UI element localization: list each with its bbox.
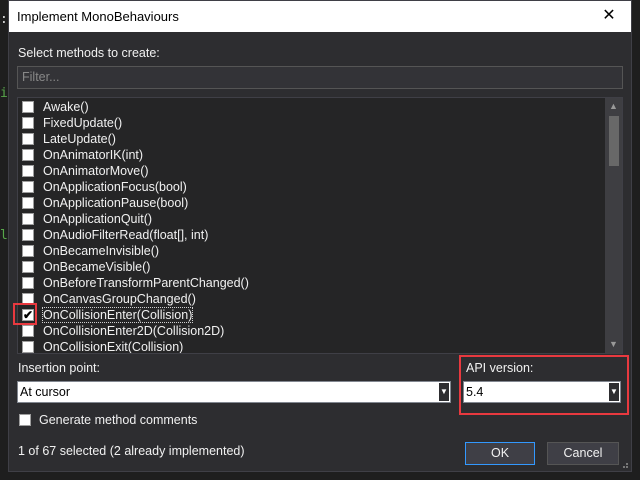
insertion-point-label: Insertion point: (18, 361, 100, 375)
method-list-item[interactable]: FixedUpdate() (18, 115, 622, 131)
status-text: 1 of 67 selected (2 already implemented) (18, 444, 245, 458)
method-label: OnAnimatorMove() (43, 164, 149, 178)
filter-placeholder: Filter... (22, 70, 60, 84)
api-version-value: 5.4 (466, 385, 484, 399)
insertion-point-select[interactable]: At cursor ▼ (17, 381, 451, 403)
cancel-button[interactable]: Cancel (547, 442, 619, 465)
method-checkbox[interactable] (22, 101, 34, 113)
method-checkbox[interactable] (22, 117, 34, 129)
method-label: OnBecameVisible() (43, 260, 151, 274)
method-list-item[interactable]: OnCollisionExit(Collision) (18, 339, 622, 354)
method-label: OnAudioFilterRead(float[], int) (43, 228, 209, 242)
editor-glyph: i (0, 86, 8, 101)
resize-grip-icon[interactable] (619, 459, 629, 469)
scroll-thumb[interactable] (609, 116, 619, 166)
method-label: Awake() (43, 100, 89, 114)
method-list-item[interactable]: ✔ OnCollisionEnter(Collision) (18, 307, 622, 323)
method-checkbox[interactable] (22, 277, 34, 289)
method-checkbox[interactable] (22, 133, 34, 145)
generate-comments-checkbox[interactable] (19, 414, 31, 426)
editor-background: : i l (0, 0, 8, 480)
method-list-item[interactable]: LateUpdate() (18, 131, 622, 147)
editor-glyph: : (0, 12, 8, 27)
highlight-checkbox-box (13, 303, 37, 325)
method-checkbox[interactable] (22, 197, 34, 209)
method-checkbox[interactable] (22, 341, 34, 353)
vertical-scrollbar[interactable]: ▲ ▼ (605, 98, 622, 353)
method-list-item[interactable]: OnApplicationFocus(bool) (18, 179, 622, 195)
method-label: LateUpdate() (43, 132, 116, 146)
scroll-down-icon[interactable]: ▼ (605, 336, 622, 353)
method-checkbox[interactable] (22, 181, 34, 193)
implement-monobehaviours-dialog: Implement MonoBehaviours ✕ Select method… (8, 0, 632, 472)
method-label: OnAnimatorIK(int) (43, 148, 144, 162)
method-checkbox[interactable] (22, 245, 34, 257)
method-list-item[interactable]: Awake() (18, 99, 622, 115)
insertion-point-value: At cursor (20, 385, 71, 399)
method-label: OnCanvasGroupChanged() (43, 292, 196, 306)
scroll-up-icon[interactable]: ▲ (605, 98, 622, 115)
method-list-item[interactable]: OnAudioFilterRead(float[], int) (18, 227, 622, 243)
filter-input[interactable]: Filter... (17, 66, 623, 89)
method-list-item[interactable]: OnApplicationQuit() (18, 211, 622, 227)
generate-comments-row[interactable]: Generate method comments (19, 413, 197, 427)
method-label: OnBecameInvisible() (43, 244, 160, 258)
method-label: OnApplicationQuit() (43, 212, 153, 226)
method-label: OnApplicationFocus(bool) (43, 180, 187, 194)
method-label: OnApplicationPause(bool) (43, 196, 189, 210)
editor-glyph: l (0, 228, 8, 243)
method-list-item[interactable]: OnAnimatorIK(int) (18, 147, 622, 163)
method-list-item[interactable]: OnAnimatorMove() (18, 163, 622, 179)
api-version-select[interactable]: 5.4 ▼ (463, 381, 621, 403)
method-checkbox[interactable] (22, 261, 34, 273)
method-checkbox[interactable] (22, 213, 34, 225)
method-list-item[interactable]: OnCanvasGroupChanged() (18, 291, 622, 307)
method-label: OnCollisionEnter2D(Collision2D) (43, 324, 225, 338)
method-checkbox[interactable] (22, 229, 34, 241)
dialog-title: Implement MonoBehaviours (17, 9, 179, 24)
generate-comments-label: Generate method comments (39, 413, 198, 427)
chevron-down-icon[interactable]: ▼ (609, 383, 619, 401)
method-list-item[interactable]: OnBecameInvisible() (18, 243, 622, 259)
methods-list[interactable]: Awake() FixedUpdate() LateUpdate() OnAnimat… (17, 97, 623, 354)
chevron-down-icon[interactable]: ▼ (439, 383, 449, 401)
title-bar: Implement MonoBehaviours ✕ (9, 1, 631, 32)
close-icon[interactable]: ✕ (597, 4, 621, 28)
method-checkbox[interactable] (22, 165, 34, 177)
method-checkbox[interactable] (22, 325, 34, 337)
method-label: OnCollisionExit(Collision) (43, 340, 184, 354)
method-label: OnCollisionEnter(Collision) (41, 307, 194, 323)
method-label: OnBeforeTransformParentChanged() (43, 276, 249, 290)
ok-button[interactable]: OK (465, 442, 535, 465)
method-list-item[interactable]: OnBecameVisible() (18, 259, 622, 275)
method-label: FixedUpdate() (43, 116, 123, 130)
api-version-label: API version: (466, 361, 534, 375)
method-list-item[interactable]: OnBeforeTransformParentChanged() (18, 275, 622, 291)
method-list-item[interactable]: OnApplicationPause(bool) (18, 195, 622, 211)
method-checkbox[interactable] (22, 149, 34, 161)
methods-label: Select methods to create: (18, 46, 160, 60)
method-list-item[interactable]: OnCollisionEnter2D(Collision2D) (18, 323, 622, 339)
